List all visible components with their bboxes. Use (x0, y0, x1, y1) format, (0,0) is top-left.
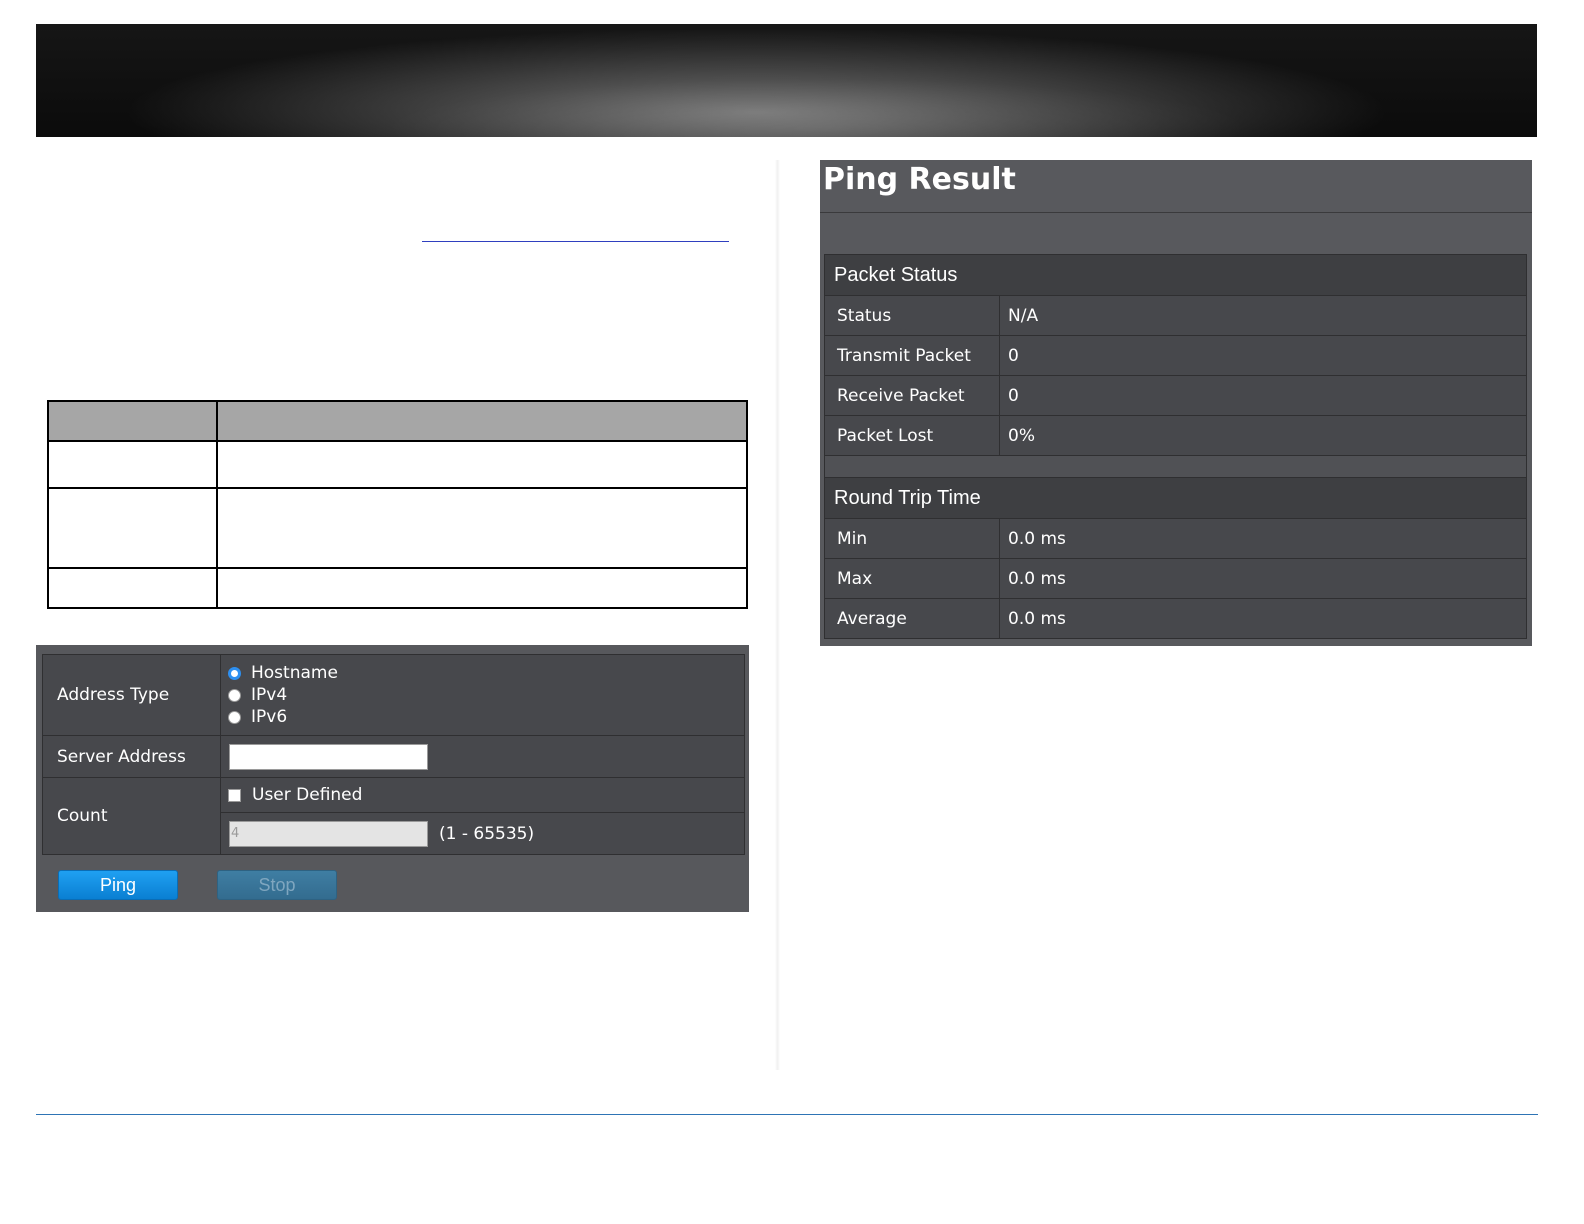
result-label: Transmit Packet (824, 335, 1000, 376)
table-header-cell (47, 400, 218, 442)
result-value: 0% (999, 415, 1527, 456)
server-address-row: Server Address (42, 735, 745, 778)
result-value: 0 (999, 335, 1527, 376)
user-defined-checkbox[interactable] (228, 788, 241, 802)
result-row: Status N/A (824, 295, 1527, 336)
result-row: Packet Lost 0% (824, 415, 1527, 456)
column-divider (775, 160, 780, 1070)
table-cell (47, 567, 218, 609)
result-row: Receive Packet 0 (824, 375, 1527, 416)
result-row: Transmit Packet 0 (824, 335, 1527, 376)
table-cell (47, 487, 218, 569)
address-type-label: Address Type (42, 654, 221, 736)
result-row: Average 0.0 ms (824, 598, 1527, 639)
address-type-options: Hostname IPv4 IPv6 (220, 654, 745, 736)
result-label: Status (824, 295, 1000, 336)
radio-ipv6[interactable]: IPv6 (221, 706, 744, 728)
radio-label: IPv6 (251, 707, 288, 727)
table-row (47, 567, 748, 609)
title-divider (820, 212, 1532, 213)
radio-hostname[interactable]: Hostname (221, 662, 744, 684)
user-defined-label: User Defined (252, 785, 363, 805)
ping-result-title: Ping Result (823, 162, 1016, 197)
section-header-row: Packet Status (824, 254, 1527, 296)
result-label: Max (824, 558, 1000, 599)
result-value: 0 (999, 375, 1527, 416)
table-header-cell (216, 400, 748, 442)
section-header-row: Round Trip Time (824, 477, 1527, 519)
result-label: Average (824, 598, 1000, 639)
result-value: N/A (999, 295, 1527, 336)
address-type-row: Address Type Hostname IPv4 IPv6 (42, 654, 745, 736)
result-value: 0.0 ms (999, 518, 1527, 559)
server-address-label: Server Address (42, 735, 221, 778)
server-address-cell (220, 735, 745, 778)
description-table (47, 400, 748, 609)
table-cell (216, 567, 748, 609)
table-cell (216, 487, 748, 569)
result-row: Min 0.0 ms (824, 518, 1527, 559)
result-label: Receive Packet (824, 375, 1000, 416)
radio-button[interactable] (228, 688, 241, 702)
footer-divider (36, 1114, 1538, 1115)
result-label: Packet Lost (824, 415, 1000, 456)
ping-settings-form: Address Type Hostname IPv4 IPv6 Server A… (42, 654, 745, 855)
ping-result-panel: Ping Result Packet Status Status N/A Tra… (820, 160, 1532, 646)
packet-status-heading: Packet Status (824, 254, 1527, 296)
radio-ipv4[interactable]: IPv4 (221, 684, 744, 706)
user-defined-checkbox-row[interactable]: User Defined (221, 784, 744, 806)
radio-label: IPv4 (251, 685, 288, 705)
server-address-input[interactable] (229, 743, 428, 770)
count-value-cell: 4 (1 - 65535) (220, 812, 745, 855)
table-row (47, 487, 748, 569)
result-label: Min (824, 518, 1000, 559)
ping-button[interactable]: Ping (58, 870, 178, 900)
hyperlink-underline[interactable] (422, 241, 729, 242)
table-header-row (47, 400, 748, 442)
count-input[interactable]: 4 (229, 820, 428, 847)
section-spacer (824, 455, 1527, 478)
count-row: Count User Defined (42, 777, 745, 855)
radio-button[interactable] (228, 710, 241, 724)
ping-result-table: Packet Status Status N/A Transmit Packet… (824, 254, 1527, 639)
result-value: 0.0 ms (999, 598, 1527, 639)
count-label: Count (42, 777, 221, 855)
table-cell (216, 440, 748, 489)
table-row (47, 440, 748, 489)
table-cell (47, 440, 218, 489)
stop-button[interactable]: Stop (217, 870, 337, 900)
result-row: Max 0.0 ms (824, 558, 1527, 599)
radio-button-selected[interactable] (228, 666, 241, 680)
count-range-hint: (1 - 65535) (439, 823, 535, 844)
header-banner (36, 24, 1537, 137)
radio-label: Hostname (251, 663, 338, 683)
user-defined-cell: User Defined (220, 777, 745, 813)
round-trip-heading: Round Trip Time (824, 477, 1527, 519)
result-value: 0.0 ms (999, 558, 1527, 599)
